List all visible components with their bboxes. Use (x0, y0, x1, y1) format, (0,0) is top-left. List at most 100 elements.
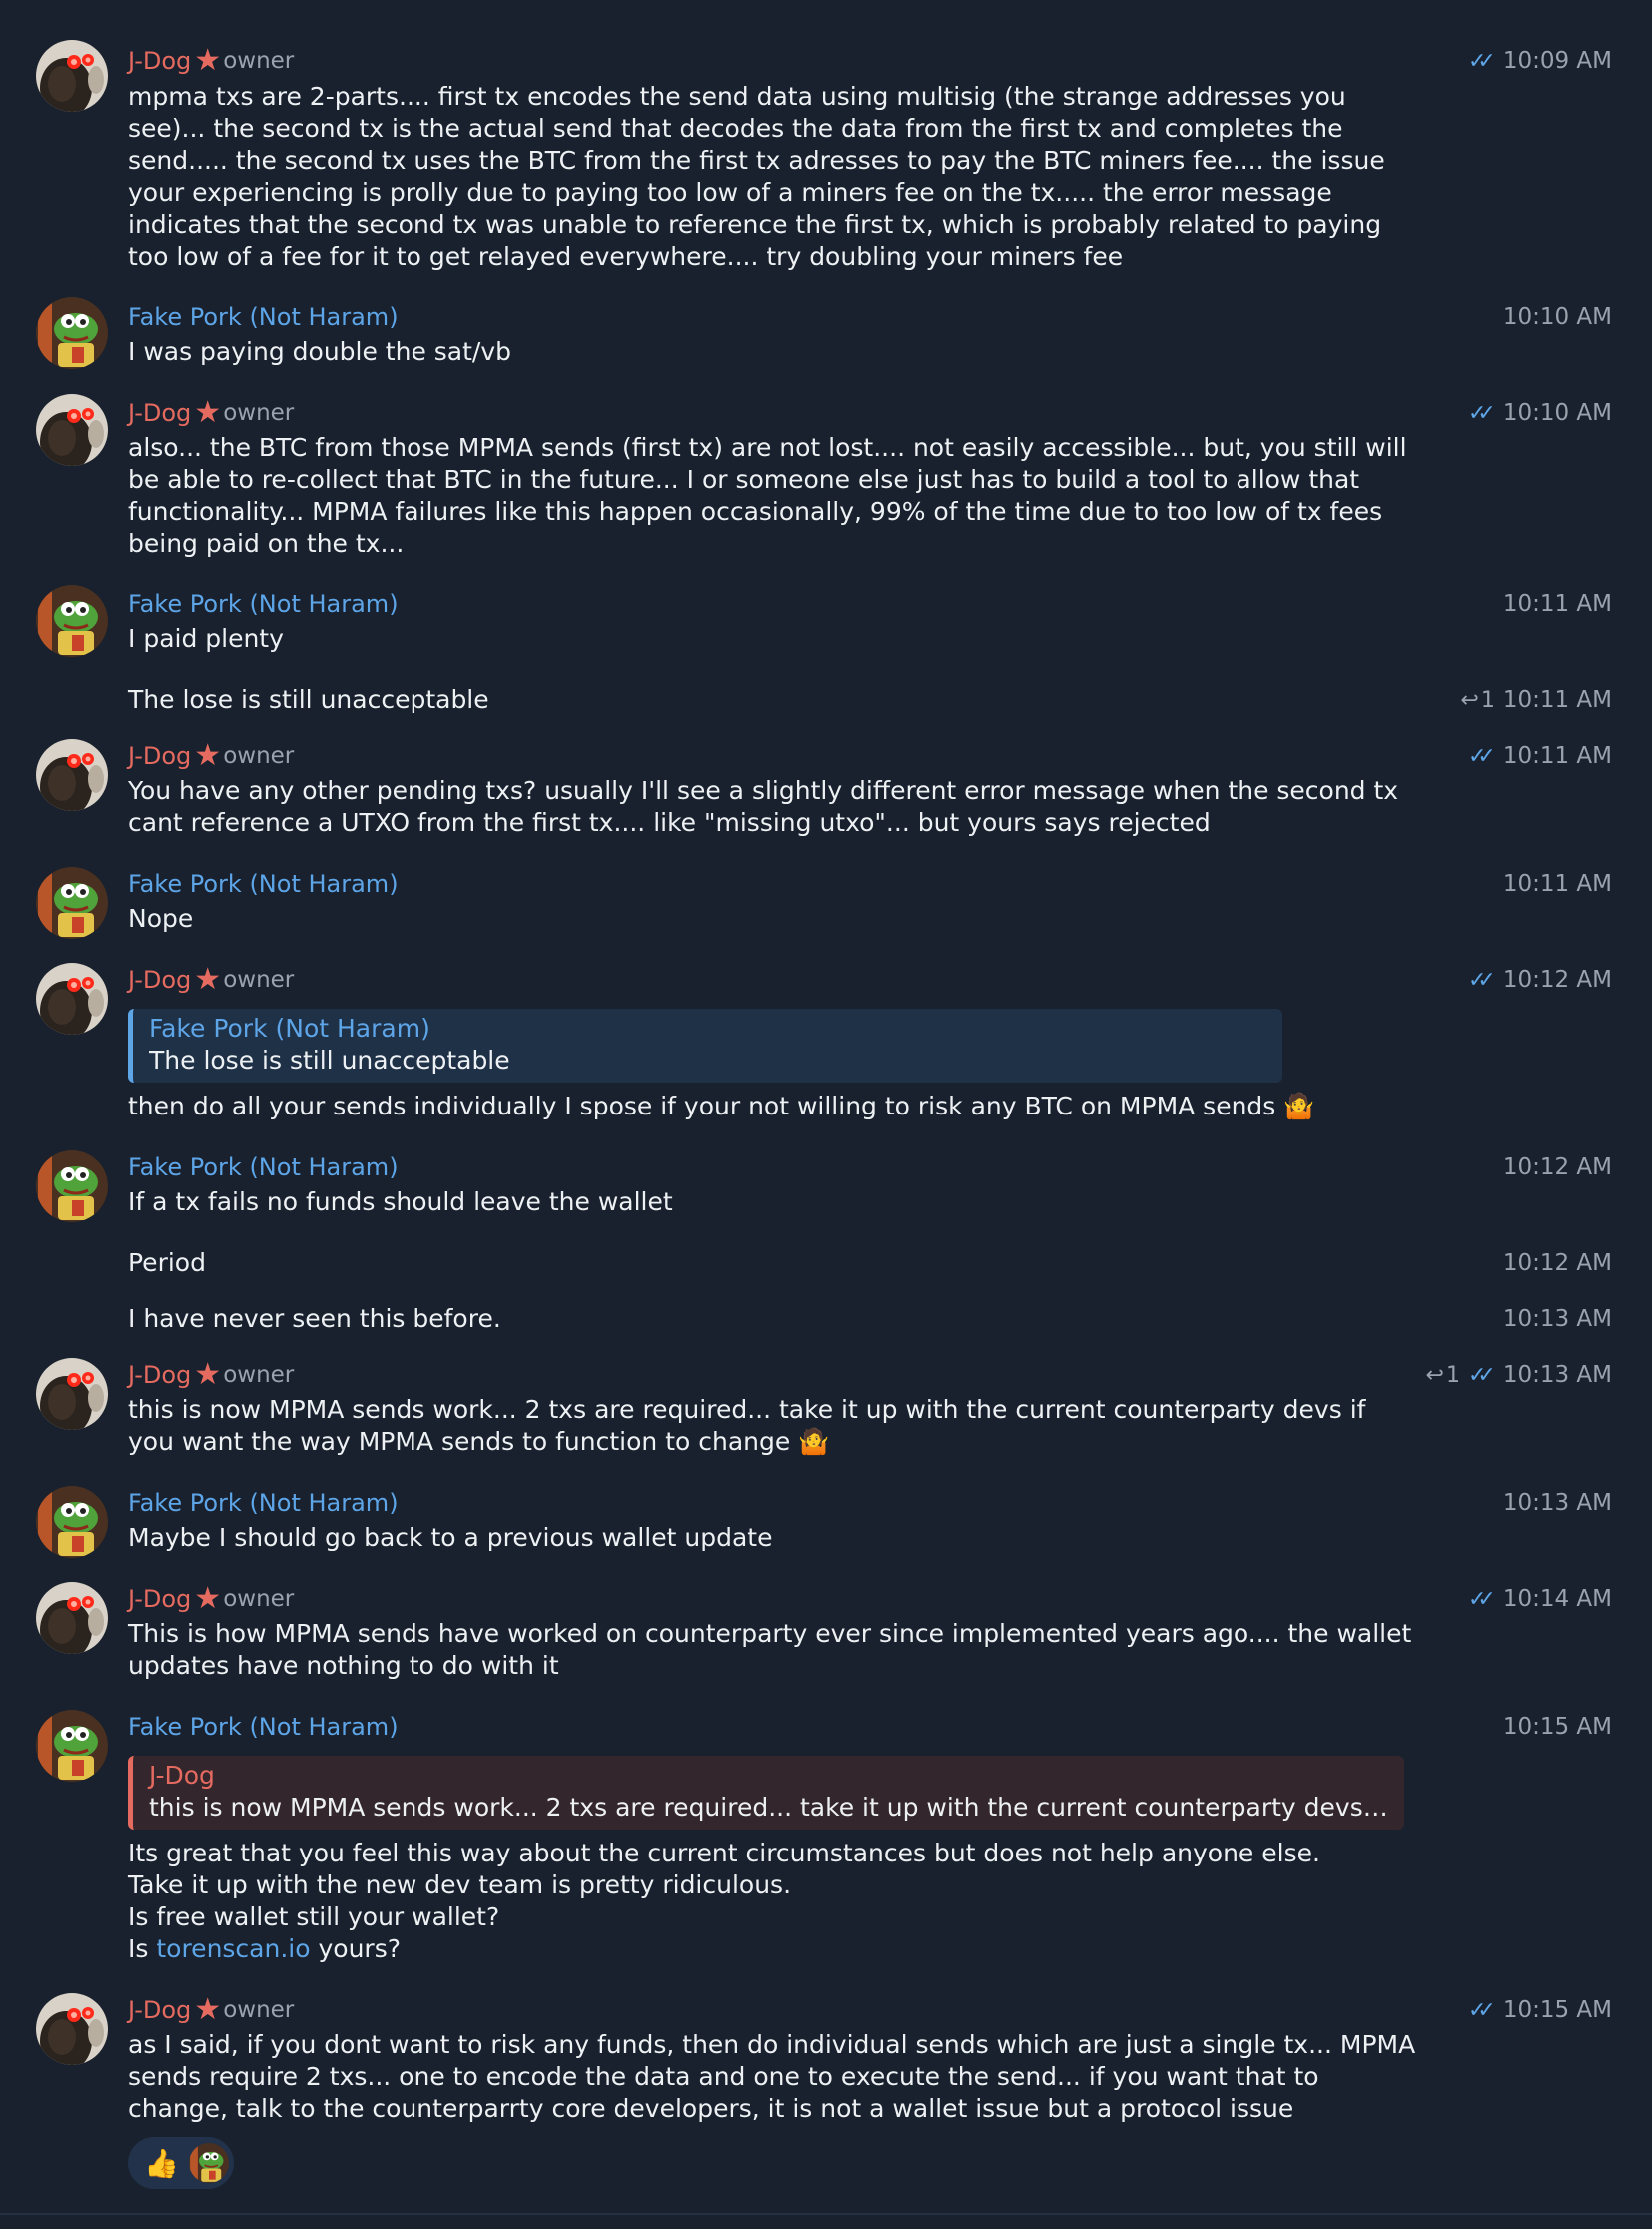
message-text: this is now MPMA sends work... 2 txs are… (128, 1394, 1416, 1458)
reaction-avatar (188, 2143, 229, 2183)
sender-name[interactable]: J-Dog (128, 1585, 191, 1613)
sender-name[interactable]: Fake Pork (Not Haram) (128, 303, 399, 331)
message-header: Fake Pork (Not Haram) (128, 300, 399, 334)
message-header: J-Dog ★ owner (128, 1358, 294, 1392)
sender-name[interactable]: J-Dog (128, 399, 191, 427)
avatar[interactable] (36, 394, 108, 466)
message-header: Fake Pork (Not Haram) (128, 867, 399, 901)
avatar[interactable] (36, 1150, 108, 1222)
star-icon: ★ (194, 1992, 222, 2027)
timestamp: 10:12 AM (1502, 1154, 1612, 1180)
avatar[interactable] (36, 963, 108, 1035)
timestamp: 10:10 AM (1502, 400, 1612, 426)
sender-name[interactable]: Fake Pork (Not Haram) (128, 1713, 399, 1741)
shrug-emoji: 🤷 (1283, 1092, 1315, 1120)
reply-icon: ↩ (1460, 687, 1479, 713)
message-time: 10:15 AM (1503, 1710, 1612, 1744)
role-badge: owner (223, 743, 295, 769)
double-check-icon: ✓✓ (1467, 1362, 1496, 1388)
message-text-body: then do all your sends individually I sp… (128, 1092, 1276, 1120)
role-badge: owner (223, 1586, 295, 1612)
text-fragment: Is (128, 1934, 157, 1963)
sender-name[interactable]: J-Dog (128, 1996, 191, 2024)
star-icon: ★ (194, 1581, 222, 1616)
role-badge: owner (223, 1997, 295, 2023)
avatar[interactable] (36, 867, 108, 939)
text-line: Its great that you feel this way about t… (128, 1839, 1320, 1867)
sender-name[interactable]: J-Dog (128, 966, 191, 994)
message-text: then do all your sends individually I sp… (128, 1091, 1416, 1122)
message-time: 10:13 AM (1503, 1302, 1612, 1336)
message-text: You have any other pending txs? usually … (128, 776, 1399, 837)
torenscan-link[interactable]: torenscan.io (156, 1934, 310, 1963)
star-icon: ★ (194, 395, 222, 430)
message-header: J-Dog ★ owner (128, 1993, 294, 2027)
message-time: ✓✓ 10:09 AM (1468, 44, 1612, 78)
avatar[interactable] (36, 1486, 108, 1558)
reply-quote[interactable]: Fake Pork (Not Haram) The lose is still … (128, 1009, 1282, 1083)
timestamp: 10:11 AM (1502, 687, 1612, 713)
quote-sender: J-Dog (149, 1761, 215, 1790)
message-text: I was paying double the sat/vb (128, 337, 512, 366)
double-check-icon: ✓✓ (1467, 743, 1496, 769)
divider (0, 2213, 1652, 2215)
timestamp: 10:13 AM (1502, 1490, 1612, 1516)
shrug-emoji: 🤷 (798, 1427, 830, 1456)
avatar[interactable] (36, 297, 108, 369)
message-text: I paid plenty (128, 624, 284, 653)
sender-name[interactable]: J-Dog (128, 47, 191, 75)
replies-count[interactable]: ↩ 1 (1460, 688, 1494, 713)
star-icon: ★ (194, 43, 222, 78)
message-time: ↩ 1 ✓✓ 10:13 AM (1426, 1358, 1612, 1392)
replies-count[interactable]: ↩ 1 (1426, 1363, 1460, 1388)
message-header: J-Dog ★ owner (128, 1582, 294, 1616)
text-fragment: yours? (310, 1934, 402, 1963)
avatar[interactable] (36, 1358, 108, 1430)
message-time: ✓✓ 10:12 AM (1468, 963, 1612, 997)
reply-icon: ↩ (1425, 1362, 1444, 1388)
double-check-icon: ✓✓ (1467, 1997, 1496, 2023)
sender-name[interactable]: Fake Pork (Not Haram) (128, 870, 399, 898)
timestamp: 10:10 AM (1502, 304, 1612, 330)
message-header: Fake Pork (Not Haram) (128, 587, 399, 621)
message-header: Fake Pork (Not Haram) (128, 1486, 399, 1520)
double-check-icon: ✓✓ (1467, 400, 1496, 426)
message-time: 10:10 AM (1503, 300, 1612, 334)
reply-quote[interactable]: J-Dog this is now MPMA sends work... 2 t… (128, 1756, 1404, 1830)
quote-text: The lose is still unacceptable (149, 1046, 510, 1075)
sender-name[interactable]: Fake Pork (Not Haram) (128, 1153, 399, 1181)
timestamp: 10:11 AM (1502, 591, 1612, 617)
sender-name[interactable]: J-Dog (128, 742, 191, 770)
message-text: Maybe I should go back to a previous wal… (128, 1523, 773, 1552)
avatar[interactable] (36, 1710, 108, 1782)
text-line: Take it up with the new dev team is pret… (128, 1870, 792, 1899)
timestamp: 10:15 AM (1502, 1714, 1612, 1740)
timestamp: 10:09 AM (1502, 48, 1612, 74)
message-text: Nope (128, 904, 194, 933)
message-time: ✓✓ 10:14 AM (1468, 1582, 1612, 1616)
avatar[interactable] (36, 1582, 108, 1654)
message-header: J-Dog ★ owner (128, 739, 294, 773)
avatar[interactable] (36, 1993, 108, 2065)
role-badge: owner (223, 967, 295, 993)
sender-name[interactable]: Fake Pork (Not Haram) (128, 1489, 399, 1517)
quote-sender: Fake Pork (Not Haram) (149, 1014, 430, 1043)
timestamp: 10:12 AM (1502, 1250, 1612, 1276)
message-time: ✓✓ 10:10 AM (1468, 396, 1612, 430)
message-time: 10:11 AM (1503, 587, 1612, 621)
message-header: Fake Pork (Not Haram) (128, 1150, 399, 1184)
timestamp: 10:15 AM (1502, 1997, 1612, 2023)
reaction-chip[interactable]: 👍 (128, 2137, 234, 2189)
sender-name[interactable]: J-Dog (128, 1361, 191, 1389)
timestamp: 10:14 AM (1502, 1586, 1612, 1612)
avatar[interactable] (36, 739, 108, 811)
message-header: J-Dog ★ owner (128, 963, 294, 997)
avatar[interactable] (36, 585, 108, 657)
reply-count: 1 (1480, 687, 1495, 713)
timestamp: 10:13 AM (1502, 1306, 1612, 1332)
sender-name[interactable]: Fake Pork (Not Haram) (128, 590, 399, 618)
star-icon: ★ (194, 962, 222, 997)
timestamp: 10:13 AM (1502, 1362, 1612, 1388)
message-time: ✓✓ 10:15 AM (1468, 1993, 1612, 2027)
avatar[interactable] (36, 40, 108, 112)
